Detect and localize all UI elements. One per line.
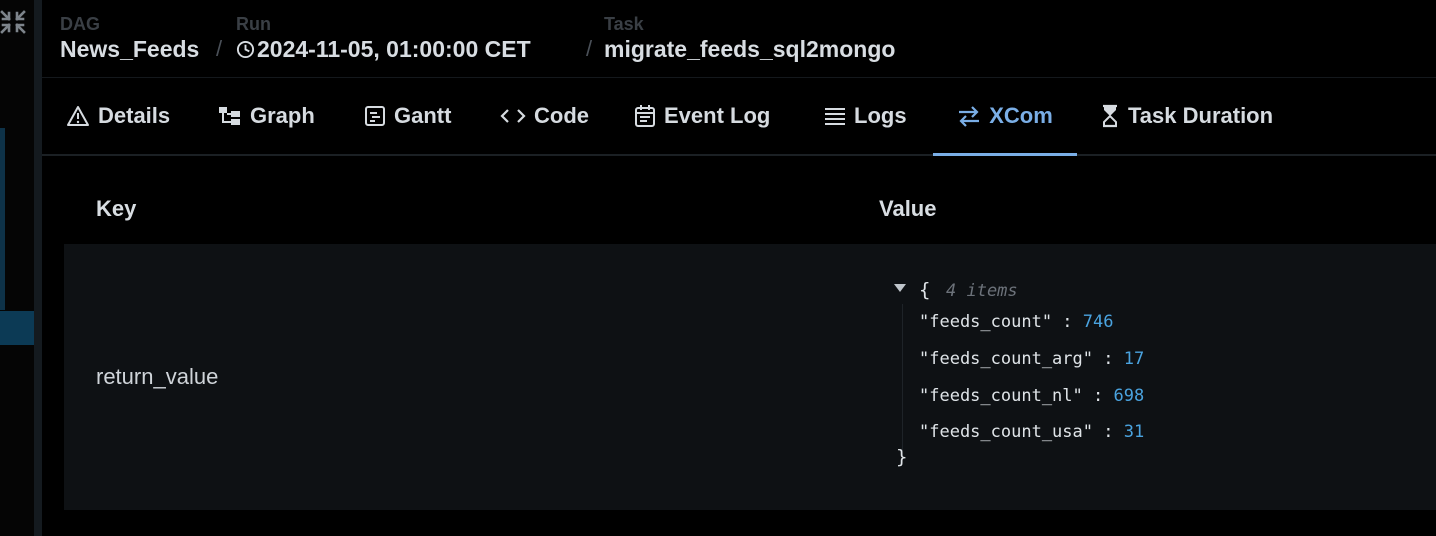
tab-event-log-label: Event Log: [664, 103, 771, 128]
left-sidebar: [0, 0, 34, 536]
json-entry-value: 746: [1082, 312, 1114, 332]
json-items-count: 4 items: [946, 281, 1018, 301]
tab-xcom[interactable]: XCom: [933, 78, 1077, 156]
xcom-table-header: Key Value: [64, 178, 1436, 242]
json-entry-value: 698: [1113, 386, 1145, 406]
json-entry[interactable]: "feeds_count" : 746: [919, 312, 1114, 332]
json-entry-key: "feeds_count_usa": [919, 422, 1093, 442]
panel-resize-handle[interactable]: [34, 0, 42, 536]
json-entry-key: "feeds_count_nl": [919, 386, 1083, 406]
tab-code-label: Code: [534, 103, 589, 128]
tab-graph-label: Graph: [250, 103, 315, 128]
breadcrumb-dag-value[interactable]: News_Feeds: [60, 36, 199, 62]
swap-arrows-icon: [959, 106, 980, 127]
sidebar-scroll-track: [0, 128, 5, 310]
json-entry-value: 17: [1123, 349, 1145, 369]
column-header-key: Key: [96, 196, 137, 221]
app-root: DAG News_Feeds / Run 2024-11-05, 01:00:0…: [0, 0, 1436, 536]
breadcrumb-run-value-wrap[interactable]: 2024-11-05, 01:00:00 CET: [236, 36, 531, 62]
tab-logs[interactable]: Logs: [824, 78, 907, 154]
json-close-brace: }: [896, 446, 908, 468]
graph-icon: [219, 107, 240, 125]
json-open-brace: {: [919, 279, 931, 301]
tab-bar: Details Graph Gantt Code Event Log Logs …: [42, 78, 1436, 156]
json-entry[interactable]: "feeds_count_arg" : 17: [919, 349, 1144, 369]
json-entry[interactable]: "feeds_count_nl" : 698: [919, 386, 1144, 406]
tab-details[interactable]: Details: [66, 78, 170, 154]
breadcrumb-task-label: Task: [604, 14, 644, 34]
warning-triangle-icon: [67, 106, 89, 126]
breadcrumb-separator: /: [586, 36, 593, 61]
json-entry-value: 31: [1123, 422, 1145, 442]
calendar-icon: [635, 105, 655, 127]
breadcrumb-task-value[interactable]: migrate_feeds_sql2mongo: [604, 36, 895, 62]
tab-details-label: Details: [98, 103, 171, 128]
collapse-triangle-icon[interactable]: [894, 284, 906, 292]
code-icon: [500, 109, 526, 123]
json-indent-guide: [902, 304, 903, 452]
tab-gantt-label: Gantt: [394, 103, 452, 128]
table-row: return_value { 4 items "feeds_count" : 7…: [64, 244, 1436, 510]
tab-task-duration-label: Task Duration: [1128, 103, 1274, 128]
xcom-key-cell: return_value: [96, 364, 219, 389]
tab-code[interactable]: Code: [500, 78, 589, 154]
collapse-arrows-icon[interactable]: [0, 4, 26, 34]
lines-icon: [825, 108, 845, 125]
column-header-value: Value: [879, 196, 937, 221]
breadcrumb-task[interactable]: Task migrate_feeds_sql2mongo: [604, 12, 895, 62]
breadcrumb-dag-label: DAG: [60, 14, 100, 34]
gantt-icon: [365, 106, 385, 126]
breadcrumb-run-label: Run: [236, 14, 271, 34]
tab-event-log[interactable]: Event Log: [634, 78, 770, 154]
tab-task-duration[interactable]: Task Duration: [1100, 78, 1273, 154]
json-entry-key: "feeds_count": [919, 312, 1053, 332]
tab-graph[interactable]: Graph: [218, 78, 315, 154]
tab-logs-label: Logs: [854, 103, 907, 128]
sidebar-selected-cell[interactable]: [0, 311, 34, 345]
clock-icon: [236, 38, 255, 59]
tab-xcom-label: XCom: [989, 103, 1053, 128]
breadcrumb-run-value: 2024-11-05, 01:00:00 CET: [257, 36, 531, 62]
breadcrumb-separator: /: [216, 36, 223, 61]
tab-gantt[interactable]: Gantt: [364, 78, 451, 154]
json-entry[interactable]: "feeds_count_usa" : 31: [919, 422, 1144, 442]
json-entry-key: "feeds_count_arg": [919, 349, 1093, 369]
breadcrumb-dag[interactable]: DAG News_Feeds: [60, 12, 199, 62]
hourglass-icon: [1103, 104, 1117, 128]
breadcrumb-run[interactable]: Run 2024-11-05, 01:00:00 CET: [236, 12, 531, 62]
